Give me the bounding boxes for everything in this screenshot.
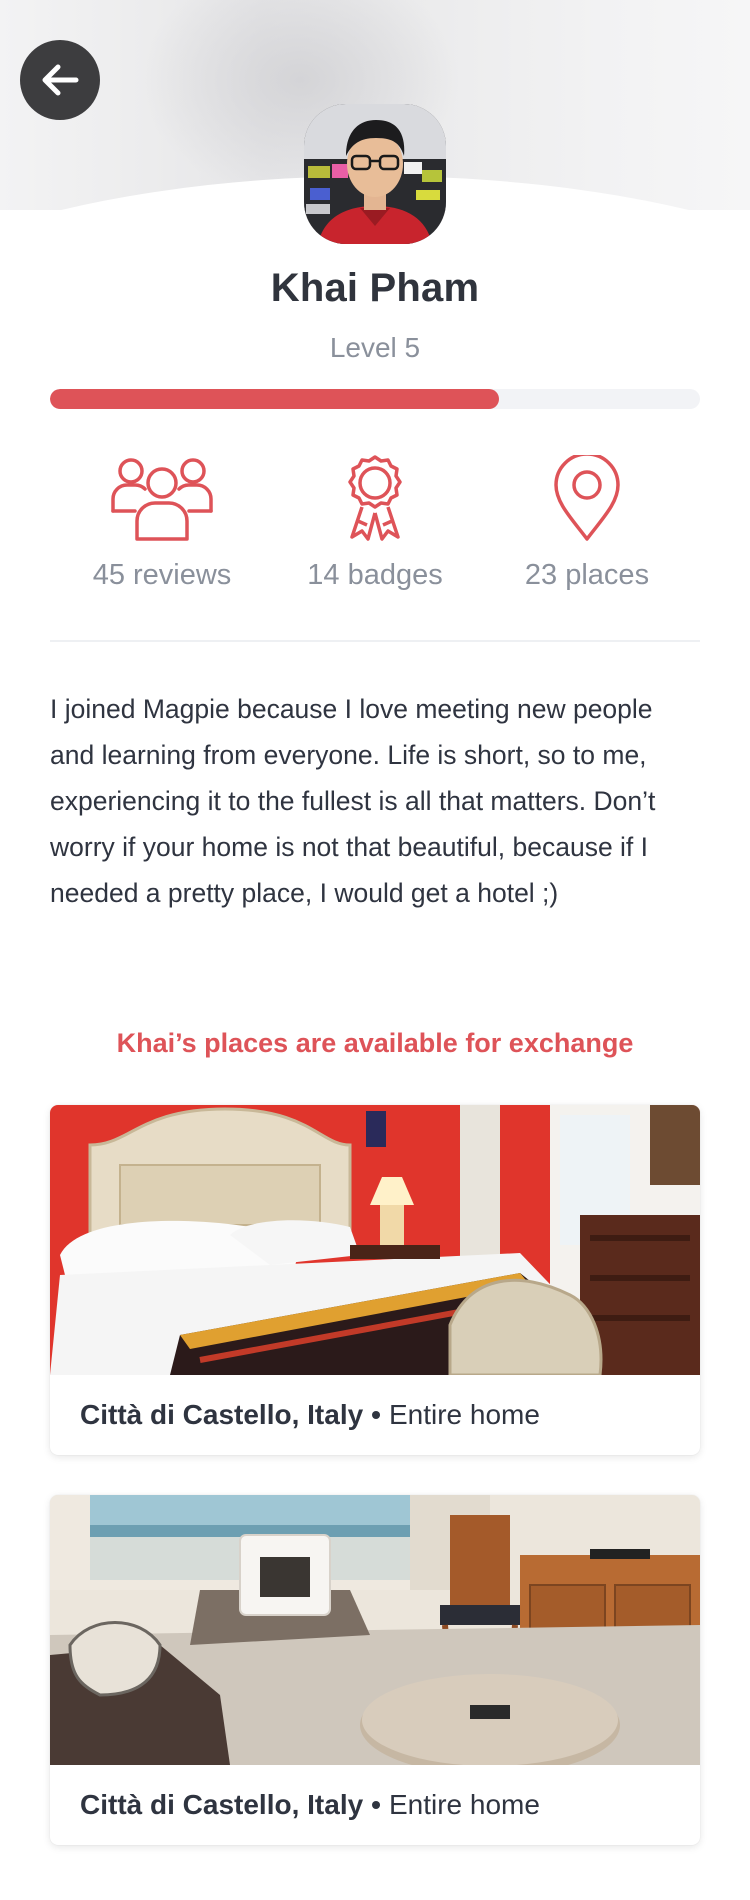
place-photo-living-room <box>50 1495 700 1765</box>
place-caption: Città di Castello, Italy • Entire home <box>50 1375 700 1455</box>
back-button[interactable] <box>20 40 100 120</box>
stat-reviews[interactable]: 45 reviews <box>62 455 262 592</box>
avatar-photo <box>304 104 446 244</box>
place-city: Città di Castello, Italy <box>80 1399 364 1430</box>
exchange-availability-note: Khai’s places are available for exchange <box>116 1028 634 1058</box>
place-city: Città di Castello, Italy <box>80 1789 364 1820</box>
arrow-left-icon <box>42 64 79 96</box>
caption-separator: • <box>371 1399 381 1430</box>
place-photo-bedroom <box>50 1105 700 1375</box>
caption-separator: • <box>371 1789 381 1820</box>
places-count: 23 places <box>524 559 650 591</box>
profile-name: Khai Pham <box>270 266 480 310</box>
profile-stats: 45 reviews 14 badges 23 places <box>50 455 700 595</box>
stat-places[interactable]: 23 places <box>487 455 687 592</box>
profile-level: Level 5 <box>329 332 421 363</box>
place-type: Entire home <box>388 1789 540 1820</box>
map-pin-icon <box>554 455 620 541</box>
place-card[interactable]: Città di Castello, Italy • Entire home <box>50 1105 700 1455</box>
reviews-count: 45 reviews <box>92 559 232 591</box>
level-progress-fill <box>50 389 499 409</box>
place-type: Entire home <box>388 1399 540 1430</box>
badges-count: 14 badges <box>307 559 443 591</box>
place-card[interactable]: Città di Castello, Italy • Entire home <box>50 1495 700 1845</box>
profile-bio: I joined Magpie because I love meeting n… <box>50 694 656 908</box>
avatar <box>304 104 446 244</box>
place-caption: Città di Castello, Italy • Entire home <box>50 1765 700 1845</box>
divider <box>50 640 700 642</box>
level-progress-bar <box>50 389 700 409</box>
group-icon <box>111 458 213 541</box>
badge-ribbon-icon <box>348 455 402 541</box>
stat-badges[interactable]: 14 badges <box>275 455 475 592</box>
